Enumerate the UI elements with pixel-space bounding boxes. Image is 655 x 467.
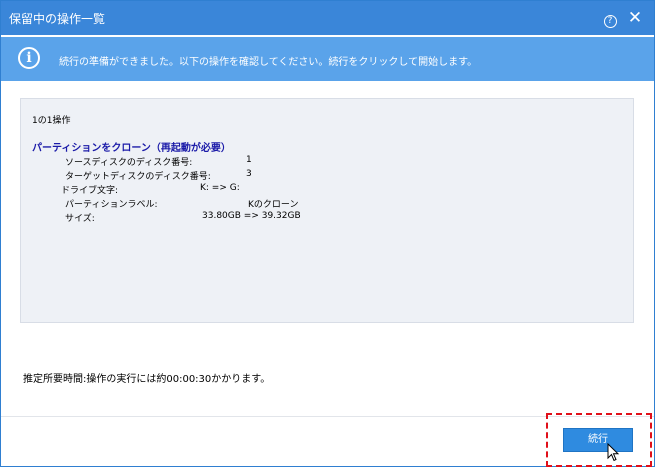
detail-value: 3 bbox=[246, 169, 252, 179]
detail-row: サイズ: 33.80GB => 39.32GB bbox=[65, 211, 625, 224]
detail-row: ターゲットディスクのディスク番号: 3 bbox=[65, 169, 625, 182]
pending-operations-dialog: 保留中の操作一覧 ? ✕ i 続行の準備ができました。以下の操作を確認してくださ… bbox=[0, 0, 655, 467]
mouse-cursor-icon bbox=[607, 443, 620, 462]
detail-row: パーティションラベル: Kのクローン bbox=[65, 197, 625, 210]
operations-panel: 1の1操作 パーティションをクローン（再起動が必要） ソースディスクのディスク番… bbox=[20, 98, 634, 323]
info-banner: i 続行の準備ができました。以下の操作を確認してください。続行をクリックして開始… bbox=[1, 37, 654, 81]
operation-count: 1の1操作 bbox=[32, 116, 71, 126]
estimated-time: 推定所要時間:操作の実行には約00:00:30かかります。 bbox=[23, 374, 271, 385]
help-button[interactable]: ? bbox=[600, 8, 620, 28]
help-icon: ? bbox=[603, 15, 617, 28]
detail-value: 1 bbox=[246, 155, 252, 165]
detail-label: ターゲットディスクのディスク番号: bbox=[65, 172, 211, 182]
detail-label: サイズ: bbox=[65, 214, 95, 224]
detail-label: ドライブ文字: bbox=[61, 186, 119, 196]
info-message: 続行の準備ができました。以下の操作を確認してください。続行をクリックして開始しま… bbox=[59, 57, 478, 68]
operation-title: パーティションをクローン（再起動が必要） bbox=[32, 143, 231, 154]
close-icon: ✕ bbox=[627, 8, 643, 28]
detail-value: 33.80GB => 39.32GB bbox=[202, 211, 301, 221]
detail-row: ソースディスクのディスク番号: 1 bbox=[65, 155, 625, 168]
proceed-button[interactable]: 続行 bbox=[563, 428, 633, 452]
info-icon: i bbox=[18, 47, 40, 69]
detail-label: ソースディスクのディスク番号: bbox=[65, 158, 193, 168]
detail-value: Kのクローン bbox=[248, 200, 299, 210]
detail-label: パーティションラベル: bbox=[65, 200, 158, 210]
title-bar: 保留中の操作一覧 ? ✕ bbox=[1, 1, 654, 35]
dialog-title: 保留中の操作一覧 bbox=[9, 12, 106, 26]
detail-row: ドライブ文字: K: => G: bbox=[61, 183, 621, 196]
close-button[interactable]: ✕ bbox=[625, 8, 645, 28]
detail-value: K: => G: bbox=[200, 183, 240, 193]
